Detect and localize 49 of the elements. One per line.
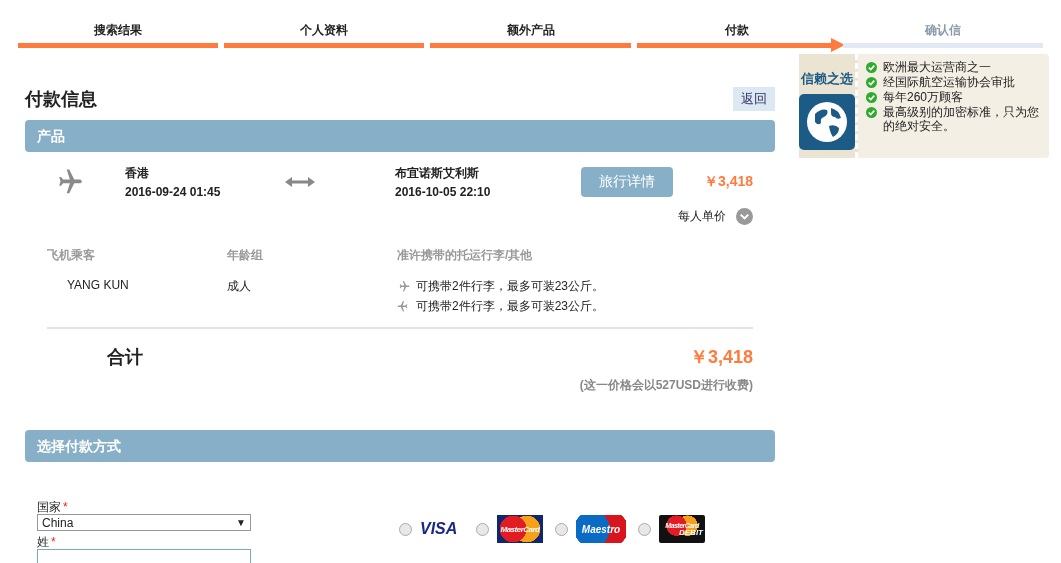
checkmark-icon (866, 77, 877, 88)
step-label: 搜索结果 (94, 22, 143, 38)
return-time: 2016-10-05 22:10 (395, 185, 492, 199)
age-group: 成人 (227, 278, 397, 315)
trust-point: 经国际航空运输协会审批 (883, 75, 1015, 89)
airplane-icon (397, 280, 410, 293)
card-logo: VISA (420, 520, 459, 538)
column-header: 准许携带的托运行李/其他 (397, 247, 534, 264)
baggage-allowance: 可携带2件行李，最多可装23公斤。 (416, 298, 605, 315)
required-mark: * (63, 500, 68, 514)
step-label: 确认信 (924, 22, 961, 38)
trust-point: 每年260万顾客 (883, 90, 964, 104)
chevron-down-icon[interactable] (736, 208, 753, 225)
origin-city: 香港 (125, 165, 150, 182)
radio-button[interactable] (555, 522, 568, 536)
trust-point: 最高级别的加密标准，只为您的绝对安全。 (883, 105, 1040, 133)
checkmark-icon (866, 92, 877, 103)
total-label: 合计 (107, 346, 143, 369)
required-mark: * (51, 535, 56, 549)
section-header: 选择付款方式 (25, 430, 775, 462)
departure-time: 2016-09-24 01:45 (125, 185, 222, 199)
page-title: 付款信息 (25, 88, 97, 111)
column-header: 飞机乘客 (47, 247, 96, 264)
radio-button[interactable] (638, 522, 651, 536)
step-label: 个人资料 (300, 22, 349, 38)
section-header: 产品 (25, 120, 775, 152)
radio-button[interactable] (399, 522, 412, 536)
trust-point: 欧洲最大运营商之一 (883, 60, 991, 74)
step-label: 额外产品 (506, 22, 555, 38)
per-person-price-label: 每人单价 (678, 208, 726, 225)
field-label: 国家 (37, 500, 61, 514)
price: ￥3,418 (703, 173, 753, 191)
baggage-allowance: 可携带2件行李，最多可装23公斤。 (416, 278, 605, 295)
total-price: ￥3,418 (689, 346, 753, 369)
field-label: 姓 (37, 535, 49, 549)
currency-note: (这一价格会以527USD进行收费) (579, 377, 753, 394)
step-label: 付款 (724, 22, 749, 38)
country-select[interactable]: China ▼ (37, 514, 251, 531)
back-button[interactable]: 返回 (733, 87, 775, 111)
radio-button[interactable] (476, 522, 489, 536)
passenger-name: YANG KUN (66, 278, 130, 294)
surname-input[interactable] (37, 549, 251, 563)
checkmark-icon (866, 62, 877, 73)
column-header: 年龄组 (227, 247, 264, 264)
checkmark-icon (866, 107, 877, 118)
destination-city: 布宜诺斯艾利斯 (395, 165, 480, 182)
trust-title: 信赖之选 (801, 70, 853, 88)
airplane-icon (397, 300, 410, 313)
round-trip-arrow-icon (285, 176, 315, 188)
